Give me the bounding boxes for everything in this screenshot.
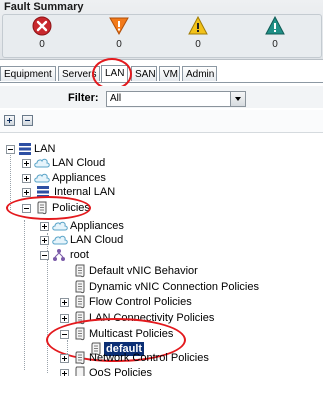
expand-toggle[interactable] (22, 159, 31, 168)
tree-node-appliances[interactable]: Appliances (0, 171, 323, 185)
tab-admin[interactable]: Admin (182, 66, 217, 81)
expand-toggle[interactable] (22, 174, 31, 183)
major-down-triangle-icon (109, 17, 129, 36)
expand-toggle[interactable] (60, 354, 69, 363)
tree-label: LAN (34, 143, 56, 155)
navigation-tabs: Equipment Servers LAN SAN VM Admin (0, 65, 323, 83)
tree-node-qos[interactable]: QoS Policies (0, 366, 323, 376)
fault-summary-title: Fault Summary (4, 1, 84, 13)
tree-label: root (70, 249, 89, 261)
lan-network-icon (19, 143, 31, 155)
fault-summary-panel: Fault Summary 0 0 0 0 (0, 0, 323, 60)
tree-node-lan-cloud[interactable]: LAN Cloud (0, 156, 323, 170)
warning-fault[interactable]: 0 (260, 16, 290, 56)
tree-label: Appliances (70, 220, 124, 232)
cloud-icon (52, 235, 68, 245)
tab-equipment[interactable]: Equipment (0, 66, 56, 81)
tree-node-flow-control[interactable]: Flow Control Policies (0, 295, 323, 309)
tree-node-policy-appliances[interactable]: Appliances (0, 219, 323, 233)
tree-label: Default vNIC Behavior (89, 265, 198, 277)
collapse-all-button[interactable] (22, 115, 33, 126)
tree-node-dynamic-vnic[interactable]: Dynamic vNIC Connection Policies (0, 280, 323, 294)
expand-toggle[interactable] (40, 222, 49, 231)
critical-x-icon (32, 16, 52, 36)
tab-san[interactable]: SAN (131, 66, 157, 81)
tree-node-network-control[interactable]: Network Control Policies (0, 351, 323, 365)
minor-count: 0 (195, 39, 201, 50)
tree-label: Flow Control Policies (89, 296, 192, 308)
minor-warning-triangle-icon (188, 16, 208, 35)
chevron-down-icon[interactable] (230, 92, 245, 106)
major-fault[interactable]: 0 (104, 16, 134, 56)
policy-scroll-icon (75, 295, 85, 309)
filter-dropdown[interactable]: All (106, 91, 246, 107)
policy-scroll-icon (75, 351, 85, 365)
tree-node-lan[interactable]: LAN (0, 142, 323, 156)
policy-scroll-icon (75, 366, 85, 376)
critical-count: 0 (39, 39, 45, 50)
policy-scroll-icon (75, 280, 85, 294)
warning-triangle-icon (265, 16, 285, 35)
expand-toggle[interactable] (22, 188, 31, 197)
tree-label: LAN Cloud (70, 234, 124, 246)
cloud-icon (52, 221, 68, 231)
expand-toggle[interactable] (60, 298, 69, 307)
critical-fault[interactable]: 0 (27, 16, 57, 56)
minor-fault[interactable]: 0 (183, 16, 213, 56)
tree-node-root[interactable]: root (0, 248, 323, 262)
tree-node-default-vnic-behavior[interactable]: Default vNIC Behavior (0, 264, 323, 278)
cloud-icon (34, 173, 50, 183)
org-tree-icon (53, 249, 65, 261)
tree-label: LAN Cloud (52, 157, 106, 169)
tree-label: Dynamic vNIC Connection Policies (89, 281, 259, 293)
tab-vm[interactable]: VM (159, 66, 180, 81)
expand-toggle[interactable] (60, 369, 69, 376)
tree-node-policy-lan-cloud[interactable]: LAN Cloud (0, 233, 323, 247)
filter-value: All (110, 93, 122, 104)
expand-toggle[interactable] (40, 236, 49, 245)
collapse-toggle[interactable] (40, 251, 49, 260)
expand-toggle[interactable] (60, 314, 69, 323)
policies-annotation (6, 196, 91, 220)
tree-toolbar (0, 110, 323, 133)
tree-label: QoS Policies (89, 367, 152, 376)
tree-label: Network Control Policies (89, 352, 209, 364)
warning-count: 0 (272, 39, 278, 50)
expand-all-button[interactable] (4, 115, 15, 126)
major-count: 0 (116, 39, 122, 50)
collapse-toggle[interactable] (6, 145, 15, 154)
filter-label: Filter: (68, 92, 99, 104)
cloud-icon (34, 158, 50, 168)
policy-scroll-icon (75, 264, 85, 278)
tree-label: Appliances (52, 172, 106, 184)
